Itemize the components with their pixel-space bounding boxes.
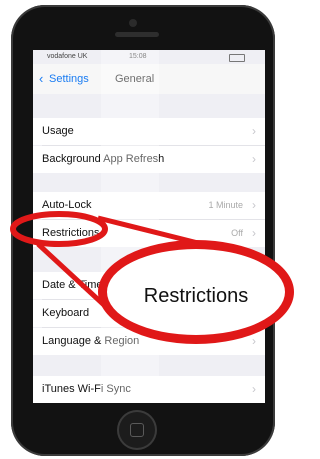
callout-label: Restrictions bbox=[143, 285, 249, 307]
zoom-callout: Restrictions bbox=[98, 240, 294, 344]
annotation-overlay bbox=[10, 211, 211, 307]
callout-connector-bottom bbox=[36, 242, 106, 307]
highlight-ring bbox=[10, 211, 108, 247]
